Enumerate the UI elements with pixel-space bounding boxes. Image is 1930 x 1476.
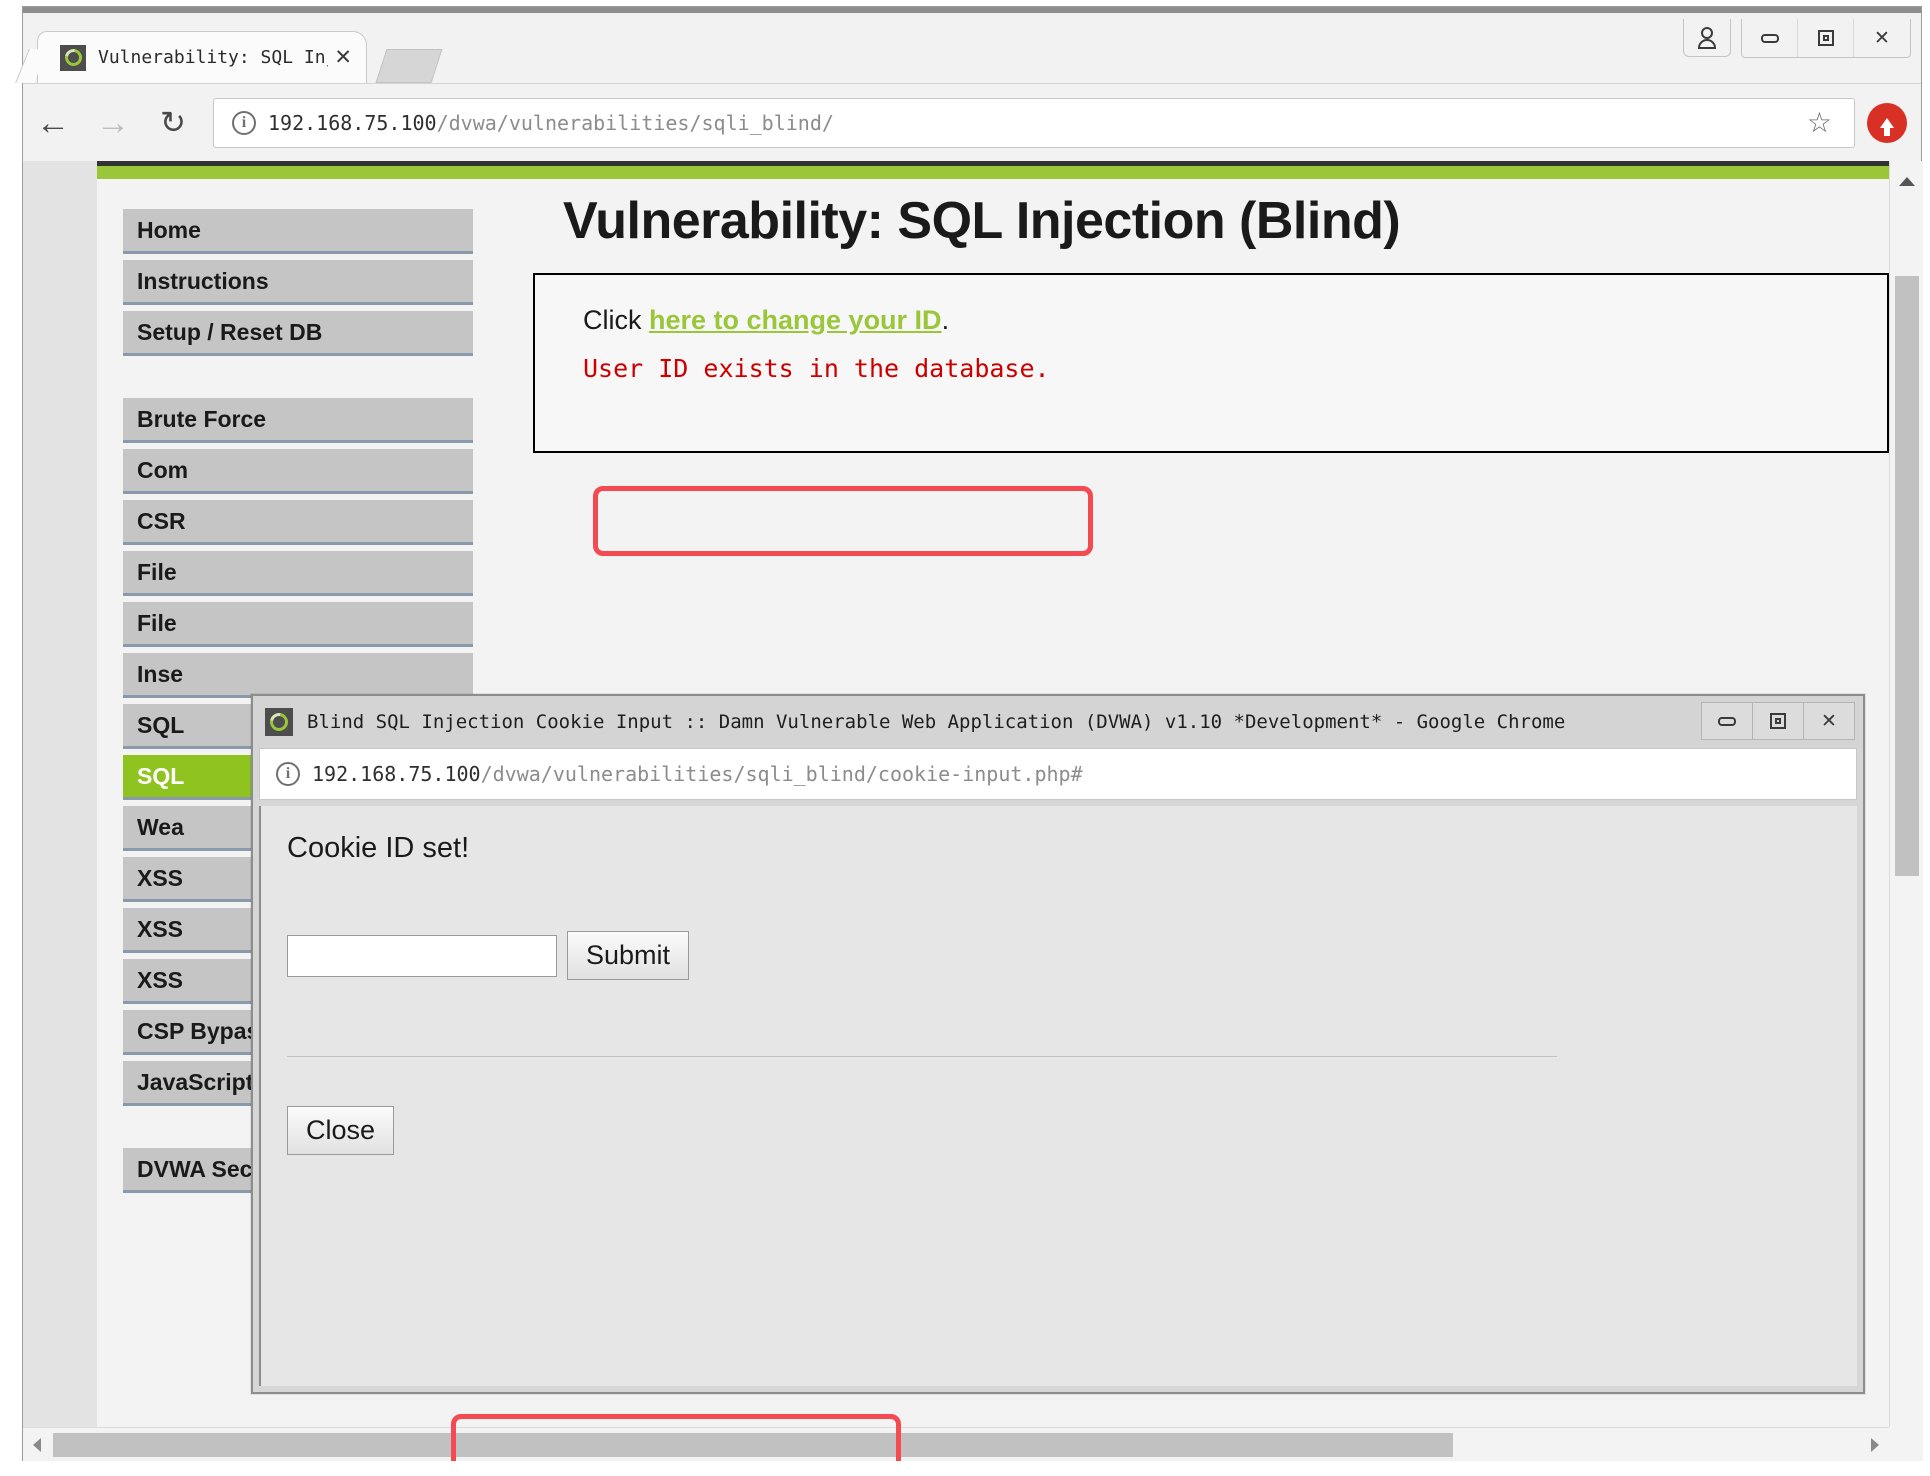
page-vertical-scrollbar[interactable]: [1889, 161, 1923, 1427]
sidebar-item-instructions[interactable]: Instructions: [123, 260, 473, 305]
profile-glyph: [1697, 26, 1717, 49]
submit-button[interactable]: Submit: [567, 931, 690, 980]
page-horizontal-scrollbar[interactable]: [23, 1427, 1889, 1461]
popup-address-bar-url: 192.168.75.100/dvwa/vulnerabilities/sqli…: [312, 762, 1083, 786]
popup-url-host: 192.168.75.100: [312, 762, 481, 786]
minimize-button[interactable]: [1742, 19, 1798, 57]
cookie-input-form: Submit: [287, 931, 1857, 980]
vertical-scroll-thumb[interactable]: [1895, 276, 1919, 876]
browser-window: Vulnerability: SQL Inj ✕ ✕ ← → ↻ i 192.1: [22, 6, 1923, 1461]
change-id-line: Click here to change your ID.: [583, 305, 1863, 336]
tab-strip: Vulnerability: SQL Inj ✕ ✕: [23, 13, 1921, 83]
dvwa-logo-icon: [60, 44, 86, 71]
page-left-gutter: [23, 161, 97, 1427]
sidebar-item-file-inclusion[interactable]: File: [123, 551, 473, 596]
annotation-box-db-message: [593, 486, 1093, 556]
main-content: Vulnerability: SQL Injection (Blind) Cli…: [503, 191, 1889, 453]
close-button[interactable]: ✕: [1854, 19, 1910, 57]
back-button[interactable]: ←: [23, 106, 83, 140]
page-title: Vulnerability: SQL Injection (Blind): [563, 192, 1401, 250]
scroll-left-arrow[interactable]: [33, 1438, 41, 1452]
sidebar-item-setup-reset-db[interactable]: Setup / Reset DB: [123, 311, 473, 356]
scroll-up-arrow[interactable]: [1899, 177, 1915, 186]
tab-close-icon[interactable]: ✕: [328, 45, 366, 70]
click-suffix: .: [941, 305, 950, 335]
maximize-button[interactable]: [1798, 19, 1854, 57]
scroll-right-arrow[interactable]: [1871, 1438, 1879, 1452]
sidebar-item-command-injection[interactable]: Com: [123, 449, 473, 494]
popup-title-bar[interactable]: Blind SQL Injection Cookie Input :: Damn…: [253, 696, 1863, 748]
sidebar-item-csrf[interactable]: CSR: [123, 500, 473, 545]
dvwa-logo-icon: [265, 708, 293, 736]
window-controls: ✕: [1683, 19, 1911, 58]
change-id-link[interactable]: here to change your ID: [649, 305, 942, 335]
sidebar-item-insecure-captcha[interactable]: Inse: [123, 653, 473, 698]
url-path: /dvwa/vulnerabilities/sqli_blind/: [436, 110, 834, 135]
forward-button[interactable]: →: [83, 106, 143, 140]
bookmark-star-icon[interactable]: ☆: [1797, 108, 1842, 137]
popup-maximize-button[interactable]: [1752, 702, 1804, 740]
popup-window-controls: ✕: [1701, 702, 1855, 740]
horizontal-scroll-thumb[interactable]: [53, 1433, 1453, 1457]
content-divider: [287, 1056, 1557, 1057]
sidebar-group-main: Home Instructions Setup / Reset DB: [123, 209, 473, 356]
sidebar-item-home[interactable]: Home: [123, 209, 473, 254]
cookie-id-input[interactable]: [287, 934, 557, 977]
tab-vulnerability-sql-injection[interactable]: Vulnerability: SQL Inj ✕: [37, 31, 367, 83]
vulnerability-panel: Click here to change your ID. User ID ex…: [533, 273, 1889, 453]
sidebar-item-brute-force[interactable]: Brute Force: [123, 398, 473, 443]
popup-close-button[interactable]: ✕: [1803, 702, 1855, 740]
scrollbar-corner: [1889, 1427, 1923, 1461]
navigation-bar: ← → ↻ i 192.168.75.100/dvwa/vulnerabilit…: [23, 83, 1921, 161]
dvwa-header-bar: [97, 161, 1889, 179]
site-info-icon[interactable]: i: [232, 110, 256, 135]
tab-title: Vulnerability: SQL Inj: [98, 47, 329, 68]
popup-site-info-icon[interactable]: i: [276, 762, 300, 786]
popup-minimize-button[interactable]: [1701, 702, 1753, 740]
update-button[interactable]: [1867, 102, 1907, 143]
close-popup-button[interactable]: Close: [287, 1106, 395, 1155]
db-result-message: User ID exists in the database.: [583, 354, 1050, 383]
reload-button[interactable]: ↻: [143, 107, 203, 138]
address-bar[interactable]: i 192.168.75.100/dvwa/vulnerabilities/sq…: [213, 97, 1855, 148]
popup-window-title: Blind SQL Injection Cookie Input :: Damn…: [307, 711, 1566, 733]
popup-content: Cookie ID set! Submit Close: [259, 806, 1857, 1461]
address-bar-url: 192.168.75.100/dvwa/vulnerabilities/sqli…: [268, 111, 834, 135]
cookie-input-popup-window: Blind SQL Injection Cookie Input :: Damn…: [251, 694, 1865, 1461]
page-viewport: Home Instructions Setup / Reset DB Brute…: [23, 161, 1923, 1461]
popup-url-path: /dvwa/vulnerabilities/sqli_blind/cookie-…: [480, 762, 1083, 786]
popup-address-bar[interactable]: i 192.168.75.100/dvwa/vulnerabilities/sq…: [259, 748, 1857, 800]
profile-icon[interactable]: [1683, 19, 1731, 57]
cookie-id-set-message: Cookie ID set!: [287, 832, 470, 864]
click-prefix: Click: [583, 305, 649, 335]
url-host: 192.168.75.100: [268, 110, 437, 135]
new-tab-button[interactable]: [375, 49, 443, 83]
sidebar-item-file-upload[interactable]: File: [123, 602, 473, 647]
